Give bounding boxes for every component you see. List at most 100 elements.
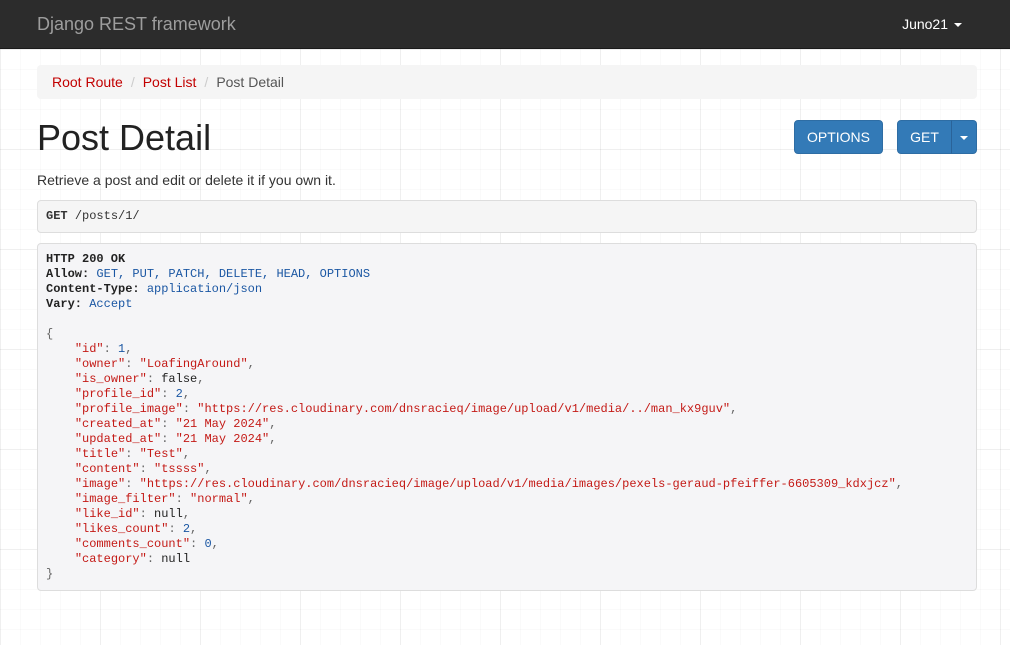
- json-value: "LoafingAround": [139, 357, 248, 371]
- request-info: GET /posts/1/: [37, 200, 977, 233]
- json-field: "owner": "LoafingAround",: [46, 357, 968, 372]
- json-value: "21 May 2024": [175, 417, 270, 431]
- json-key: "image": [74, 477, 126, 491]
- json-field: "created_at": "21 May 2024",: [46, 417, 968, 432]
- json-open-brace: {: [46, 327, 54, 341]
- json-key: "comments_count": [74, 537, 191, 551]
- json-field: "id": 1,: [46, 342, 968, 357]
- caret-down-icon: [960, 136, 968, 141]
- json-field: "comments_count": 0,: [46, 537, 968, 552]
- json-value: 0: [204, 537, 212, 551]
- json-comma: ,: [247, 357, 255, 371]
- json-value: "normal": [190, 492, 248, 506]
- json-close-brace: }: [46, 567, 54, 581]
- json-key: "created_at": [74, 417, 162, 431]
- json-comma: ,: [211, 537, 219, 551]
- page-title: Post Detail: [37, 117, 212, 158]
- json-field: "image_filter": "normal",: [46, 492, 968, 507]
- json-colon: :: [125, 447, 140, 461]
- json-field: "is_owner": false,: [46, 372, 968, 387]
- json-field: "like_id": null,: [46, 507, 968, 522]
- response-header: Content-Type: application/json: [46, 282, 968, 297]
- json-colon: :: [103, 342, 119, 356]
- json-colon: :: [139, 507, 155, 521]
- json-key: "like_id": [74, 507, 140, 521]
- json-key: "title": [74, 447, 126, 461]
- json-key: "category": [74, 552, 147, 566]
- request-method: GET: [46, 209, 68, 223]
- request-path: /posts/1/: [74, 209, 140, 223]
- response-body: "id": 1, "owner": "LoafingAround", "is_o…: [46, 342, 968, 567]
- json-value: null: [154, 507, 183, 521]
- response-info: HTTP 200 OK Allow: GET, PUT, PATCH, DELET…: [37, 243, 977, 591]
- json-value: false: [161, 372, 198, 386]
- json-colon: :: [161, 387, 176, 401]
- json-field: "content": "tssss",: [46, 462, 968, 477]
- json-key: "owner": [74, 357, 126, 371]
- get-format-dropdown-button[interactable]: [951, 120, 977, 154]
- json-comma: ,: [197, 372, 205, 386]
- get-button[interactable]: GET: [897, 120, 952, 154]
- response-header: Vary: Accept: [46, 297, 968, 312]
- breadcrumb: Root Route / Post List / Post Detail: [37, 65, 977, 99]
- page-description: Retrieve a post and edit or delete it if…: [37, 172, 336, 188]
- json-colon: :: [168, 522, 183, 536]
- json-colon: :: [161, 417, 176, 431]
- json-comma: ,: [895, 477, 903, 491]
- header-name: Allow:: [46, 267, 90, 281]
- json-field: "updated_at": "21 May 2024",: [46, 432, 968, 447]
- json-key: "is_owner": [74, 372, 147, 386]
- json-comma: ,: [204, 462, 212, 476]
- response-headers: Allow: GET, PUT, PATCH, DELETE, HEAD, OP…: [46, 267, 968, 312]
- header-value: Accept: [89, 297, 133, 311]
- json-comma: ,: [269, 417, 277, 431]
- breadcrumb-root-route[interactable]: Root Route: [52, 74, 123, 90]
- json-value: "https://res.cloudinary.com/dnsracieq/im…: [139, 477, 896, 491]
- json-key: "image_filter": [74, 492, 176, 506]
- json-comma: ,: [125, 342, 133, 356]
- json-key: "profile_id": [74, 387, 162, 401]
- json-comma: ,: [269, 432, 277, 446]
- caret-down-icon: [954, 23, 962, 28]
- response-header: Allow: GET, PUT, PATCH, DELETE, HEAD, OP…: [46, 267, 968, 282]
- json-value: "Test": [139, 447, 183, 461]
- json-colon: :: [139, 462, 155, 476]
- json-value: 2: [175, 387, 183, 401]
- json-comma: ,: [182, 387, 191, 401]
- user-menu-dropdown[interactable]: Juno21: [902, 16, 962, 32]
- json-colon: :: [190, 537, 205, 551]
- options-button[interactable]: OPTIONS: [794, 120, 883, 154]
- json-value: null: [161, 552, 191, 566]
- navbar: Django REST framework Juno21: [0, 0, 1010, 49]
- breadcrumb-post-list[interactable]: Post List: [143, 74, 197, 90]
- json-colon: :: [146, 552, 162, 566]
- json-field: "profile_image": "https://res.cloudinary…: [46, 402, 968, 417]
- json-colon: :: [125, 357, 140, 371]
- json-comma: ,: [182, 507, 191, 521]
- json-colon: :: [175, 492, 191, 506]
- json-colon: :: [125, 477, 140, 491]
- json-comma: ,: [190, 522, 198, 536]
- json-key: "content": [74, 462, 140, 476]
- json-colon: :: [182, 402, 198, 416]
- json-key: "updated_at": [74, 432, 162, 446]
- json-field: "image": "https://res.cloudinary.com/dns…: [46, 477, 968, 492]
- json-comma: ,: [730, 402, 738, 416]
- header-value: GET, PUT, PATCH, DELETE, HEAD, OPTIONS: [96, 267, 371, 281]
- header-name: Content-Type:: [46, 282, 140, 296]
- json-value: "21 May 2024": [175, 432, 270, 446]
- header-value: application/json: [146, 282, 263, 296]
- json-key: "id": [74, 342, 104, 356]
- header-name: Vary:: [46, 297, 83, 311]
- json-colon: :: [146, 372, 162, 386]
- brand-link[interactable]: Django REST framework: [37, 14, 236, 35]
- breadcrumb-separator: /: [130, 74, 135, 90]
- json-field: "profile_id": 2,: [46, 387, 968, 402]
- username-label: Juno21: [902, 16, 948, 32]
- json-field: "title": "Test",: [46, 447, 968, 462]
- breadcrumb-separator: /: [204, 74, 209, 90]
- json-field: "likes_count": 2,: [46, 522, 968, 537]
- json-value: "https://res.cloudinary.com/dnsracieq/im…: [197, 402, 731, 416]
- json-colon: :: [161, 432, 176, 446]
